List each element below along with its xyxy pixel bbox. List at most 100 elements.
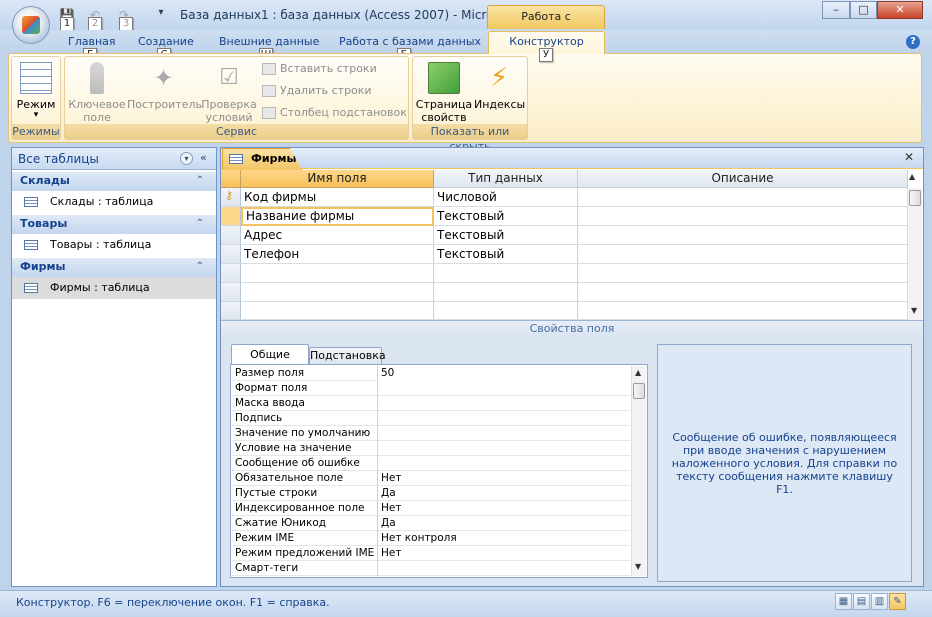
column-header-data-type[interactable]: Тип данных [434, 170, 578, 188]
scroll-down-icon[interactable]: ▼ [911, 306, 917, 315]
property-value[interactable] [377, 561, 630, 576]
pivot-table-view-icon[interactable]: ▤ [853, 593, 870, 610]
mode-button[interactable]: Режим ▾ [14, 62, 58, 120]
data-type-cell[interactable]: Числовой [434, 188, 578, 207]
row-selector[interactable]: ⚷ [221, 188, 241, 207]
empty-cell[interactable] [241, 302, 434, 320]
grid-scrollbar[interactable]: ▼ [907, 188, 922, 320]
field-name-cell[interactable]: Код фирмы [241, 188, 434, 207]
property-row[interactable]: Сжатие Юникод Да [232, 516, 630, 531]
property-row[interactable]: Пустые строки Да [232, 486, 630, 501]
scroll-down-icon[interactable]: ▼ [635, 562, 641, 571]
insert-rows-button[interactable]: Вставить строки [262, 62, 377, 76]
data-type-cell[interactable]: Текстовый [434, 245, 578, 264]
datasheet-view-icon[interactable]: ▦ [835, 593, 852, 610]
property-value[interactable]: Нет [377, 471, 630, 486]
property-value[interactable] [377, 411, 630, 426]
property-value[interactable]: 50 [377, 366, 630, 381]
property-value[interactable] [377, 426, 630, 441]
pivot-chart-view-icon[interactable]: ▥ [871, 593, 888, 610]
property-row[interactable]: Значение по умолчанию [232, 426, 630, 441]
property-sheet-button[interactable]: Страница свойств [414, 62, 474, 124]
column-header-field-name[interactable]: Имя поля [241, 170, 434, 188]
check-rules-button[interactable]: ☑ Проверка условий [200, 62, 258, 124]
qat-customize-icon[interactable]: ▾ [152, 4, 170, 22]
nav-dropdown-icon[interactable]: ▾ [180, 152, 193, 165]
minimize-button[interactable]: – [822, 1, 850, 19]
description-cell[interactable] [578, 245, 908, 264]
property-row[interactable]: Размер поля 50 [232, 366, 630, 381]
row-selector[interactable] [221, 264, 241, 283]
scroll-thumb[interactable] [633, 383, 645, 399]
row-selector[interactable] [221, 207, 241, 226]
nav-group-goods[interactable]: Товары ⌃ [12, 215, 216, 234]
nav-item-firms-table[interactable]: Фирмы : таблица [12, 277, 216, 299]
tab-general[interactable]: Общие [231, 344, 309, 366]
close-button[interactable]: ✕ [877, 1, 923, 19]
property-value[interactable] [377, 396, 630, 411]
property-value[interactable]: Да [377, 516, 630, 531]
property-row[interactable]: Режим предложений IME Нет [232, 546, 630, 561]
property-row[interactable]: Сообщение об ошибке [232, 456, 630, 471]
empty-cell[interactable] [578, 264, 908, 283]
property-row[interactable]: Подпись [232, 411, 630, 426]
property-row[interactable]: Формат поля [232, 381, 630, 396]
property-name: Обязательное поле [235, 472, 344, 484]
field-name-cell[interactable]: Адрес [241, 226, 434, 245]
office-button[interactable] [12, 6, 50, 44]
property-row[interactable]: Индексированное поле Нет [232, 501, 630, 516]
description-cell[interactable] [578, 226, 908, 245]
indexes-button[interactable]: ⚡ Индексы [474, 62, 525, 111]
data-type-cell[interactable]: Текстовый [434, 207, 578, 226]
property-value[interactable]: Нет [377, 501, 630, 516]
nav-group-warehouses[interactable]: Склады ⌃ [12, 172, 216, 191]
empty-cell[interactable] [578, 302, 908, 320]
builder-button[interactable]: ✦ Построитель [127, 62, 202, 111]
column-header-description[interactable]: Описание [578, 170, 908, 188]
maximize-button[interactable]: □ [850, 1, 877, 19]
property-value[interactable] [377, 381, 630, 396]
property-value[interactable]: Нет [377, 546, 630, 561]
property-value[interactable] [377, 456, 630, 471]
nav-item-warehouses-table[interactable]: Склады : таблица [12, 191, 216, 213]
row-selector[interactable] [221, 226, 241, 245]
property-value[interactable]: Нет контроля [377, 531, 630, 546]
property-row[interactable]: Условие на значение [232, 441, 630, 456]
scroll-up-icon[interactable]: ▲ [635, 368, 641, 377]
scroll-thumb[interactable] [909, 190, 921, 206]
property-row[interactable]: Смарт-теги [232, 561, 630, 576]
key-field-button[interactable]: Ключевое поле [67, 62, 127, 124]
property-row[interactable]: Режим IME Нет контроля [232, 531, 630, 546]
scroll-up-icon[interactable]: ▲ [909, 172, 915, 181]
document-tab-firms[interactable]: Фирмы [222, 148, 302, 170]
empty-cell[interactable] [434, 283, 578, 302]
data-type-cell[interactable]: Текстовый [434, 226, 578, 245]
lookup-column-button[interactable]: Столбец подстановок [262, 106, 407, 120]
row-selector[interactable] [221, 302, 241, 320]
row-selector[interactable] [221, 245, 241, 264]
description-cell[interactable] [578, 207, 908, 226]
empty-cell[interactable] [241, 264, 434, 283]
property-row[interactable]: Маска ввода [232, 396, 630, 411]
property-value[interactable] [377, 441, 630, 456]
nav-group-firms[interactable]: Фирмы ⌃ [12, 258, 216, 277]
nav-collapse-icon[interactable]: « [200, 151, 207, 164]
empty-cell[interactable] [434, 264, 578, 283]
nav-item-goods-table[interactable]: Товары : таблица [12, 234, 216, 256]
properties-scrollbar[interactable]: ▲ ▼ [631, 366, 646, 576]
field-name-cell[interactable]: Название фирмы [241, 207, 434, 226]
empty-cell[interactable] [434, 302, 578, 320]
field-name-cell[interactable]: Телефон [241, 245, 434, 264]
document-close-icon[interactable]: ✕ [904, 150, 914, 164]
delete-rows-button[interactable]: Удалить строки [262, 84, 372, 98]
property-value[interactable]: Да [377, 486, 630, 501]
description-cell[interactable] [578, 188, 908, 207]
empty-cell[interactable] [578, 283, 908, 302]
design-view-icon[interactable]: ✎ [889, 593, 906, 610]
property-row[interactable]: Обязательное поле Нет [232, 471, 630, 486]
tab-lookup[interactable]: Подстановка [309, 347, 386, 365]
nav-header-title[interactable]: Все таблицы [18, 152, 99, 166]
empty-cell[interactable] [241, 283, 434, 302]
row-selector[interactable] [221, 283, 241, 302]
help-icon[interactable]: ? [906, 35, 920, 49]
